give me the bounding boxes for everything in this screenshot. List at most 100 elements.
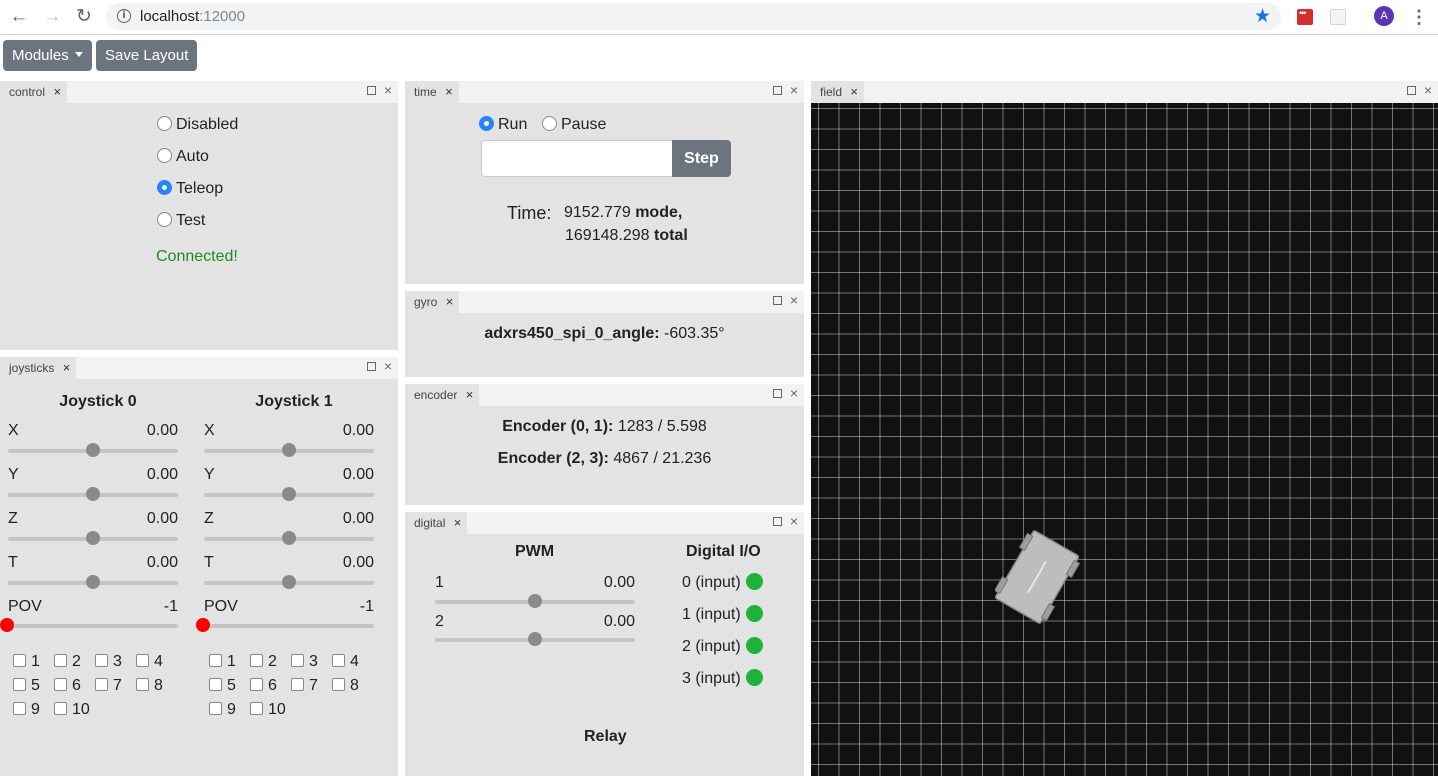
mode-teleop[interactable]: Teleop	[157, 179, 223, 199]
reload-icon[interactable]: ↻	[73, 6, 95, 28]
extension-icon[interactable]	[1297, 8, 1313, 25]
checkbox[interactable]	[54, 702, 67, 715]
joystick-button-checkbox[interactable]: 2	[54, 653, 81, 671]
led-indicator[interactable]	[745, 573, 763, 590]
tab-close-icon[interactable]: ×	[446, 291, 454, 313]
close-icon[interactable]: ×	[790, 83, 798, 97]
checkbox[interactable]	[13, 678, 26, 691]
joystick-button-checkbox[interactable]: 8	[136, 677, 163, 695]
robot-icon[interactable]	[995, 530, 1085, 630]
tab-close-icon[interactable]: ×	[63, 357, 71, 379]
checkbox[interactable]	[136, 678, 149, 691]
checkbox[interactable]	[13, 654, 26, 667]
joystick-button-checkbox[interactable]: 2	[250, 653, 277, 671]
radio-auto[interactable]	[157, 148, 172, 163]
modules-dropdown-button[interactable]: Modules	[3, 40, 92, 71]
close-icon[interactable]: ×	[1424, 83, 1432, 97]
back-icon[interactable]: ←	[8, 6, 30, 28]
tab-joysticks[interactable]: joysticks ×	[0, 357, 77, 379]
joystick-button-checkbox[interactable]: 9	[13, 701, 40, 719]
run-option[interactable]: Run	[479, 115, 527, 135]
address-bar[interactable]: i localhost:12000 ★	[106, 3, 1281, 30]
axis-slider-thumb[interactable]	[86, 443, 100, 457]
pause-option[interactable]: Pause	[542, 115, 606, 135]
checkbox[interactable]	[209, 654, 222, 667]
forward-icon[interactable]: →	[41, 6, 63, 28]
pwm-slider-thumb[interactable]	[528, 632, 542, 646]
mode-disabled[interactable]: Disabled	[157, 115, 238, 135]
joystick-button-checkbox[interactable]: 3	[95, 653, 122, 671]
joystick-button-checkbox[interactable]: 5	[209, 677, 236, 695]
bookmark-star-icon[interactable]: ★	[1254, 5, 1271, 28]
extension-icon-2[interactable]	[1330, 9, 1346, 25]
browser-menu-icon[interactable]: ⋮	[1410, 6, 1428, 28]
tab-field[interactable]: field ×	[811, 81, 865, 103]
checkbox[interactable]	[54, 678, 67, 691]
mode-test[interactable]: Test	[157, 211, 205, 231]
tab-encoder[interactable]: encoder ×	[405, 384, 480, 406]
tab-close-icon[interactable]: ×	[454, 512, 462, 534]
joystick-button-checkbox[interactable]: 7	[291, 677, 318, 695]
pwm-slider-thumb[interactable]	[528, 594, 542, 608]
close-icon[interactable]: ×	[790, 386, 798, 400]
tab-gyro[interactable]: gyro ×	[405, 291, 460, 313]
radio-disabled[interactable]	[157, 116, 172, 131]
maximize-icon[interactable]	[772, 296, 782, 305]
tab-close-icon[interactable]: ×	[466, 384, 474, 406]
close-icon[interactable]: ×	[790, 514, 798, 528]
axis-slider-thumb[interactable]	[282, 575, 296, 589]
checkbox[interactable]	[136, 654, 149, 667]
tab-control[interactable]: control ×	[0, 81, 68, 103]
axis-slider-thumb[interactable]	[282, 487, 296, 501]
joystick-button-checkbox[interactable]: 4	[136, 653, 163, 671]
checkbox[interactable]	[95, 654, 108, 667]
checkbox[interactable]	[250, 678, 263, 691]
site-info-icon[interactable]: i	[117, 9, 131, 23]
axis-slider-thumb[interactable]	[86, 531, 100, 545]
pov-slider-track[interactable]	[8, 624, 178, 628]
pov-slider-thumb[interactable]	[196, 618, 210, 632]
radio-test[interactable]	[157, 212, 172, 227]
axis-slider-thumb[interactable]	[282, 443, 296, 457]
checkbox[interactable]	[332, 678, 345, 691]
step-time-input[interactable]	[481, 140, 673, 177]
led-indicator[interactable]	[745, 605, 763, 622]
tab-digital[interactable]: digital ×	[405, 512, 468, 534]
tab-close-icon[interactable]: ×	[850, 81, 858, 103]
checkbox[interactable]	[209, 702, 222, 715]
close-icon[interactable]: ×	[790, 293, 798, 307]
checkbox[interactable]	[291, 678, 304, 691]
maximize-icon[interactable]	[772, 517, 782, 526]
maximize-icon[interactable]	[772, 86, 782, 95]
joystick-button-checkbox[interactable]: 4	[332, 653, 359, 671]
step-button[interactable]: Step	[672, 140, 731, 177]
tab-close-icon[interactable]: ×	[445, 81, 453, 103]
pov-slider-thumb[interactable]	[0, 618, 14, 632]
field-canvas[interactable]	[811, 103, 1438, 776]
pov-slider-track[interactable]	[204, 624, 374, 628]
joystick-button-checkbox[interactable]: 6	[250, 677, 277, 695]
maximize-icon[interactable]	[366, 362, 376, 371]
led-indicator[interactable]	[745, 637, 763, 654]
joystick-button-checkbox[interactable]: 10	[250, 701, 286, 719]
maximize-icon[interactable]	[1406, 86, 1416, 95]
joystick-button-checkbox[interactable]: 3	[291, 653, 318, 671]
checkbox[interactable]	[209, 678, 222, 691]
checkbox[interactable]	[250, 654, 263, 667]
axis-slider-thumb[interactable]	[86, 575, 100, 589]
joystick-button-checkbox[interactable]: 1	[13, 653, 40, 671]
checkbox[interactable]	[13, 702, 26, 715]
checkbox[interactable]	[54, 654, 67, 667]
joystick-button-checkbox[interactable]: 6	[54, 677, 81, 695]
joystick-button-checkbox[interactable]: 10	[54, 701, 90, 719]
mode-auto[interactable]: Auto	[157, 147, 209, 167]
maximize-icon[interactable]	[772, 389, 782, 398]
save-layout-button[interactable]: Save Layout	[96, 40, 198, 71]
joystick-button-checkbox[interactable]: 1	[209, 653, 236, 671]
axis-slider-thumb[interactable]	[282, 531, 296, 545]
joystick-button-checkbox[interactable]: 9	[209, 701, 236, 719]
joystick-button-checkbox[interactable]: 5	[13, 677, 40, 695]
profile-avatar[interactable]: A	[1374, 6, 1394, 26]
radio-run[interactable]	[479, 116, 494, 131]
radio-pause[interactable]	[542, 116, 557, 131]
